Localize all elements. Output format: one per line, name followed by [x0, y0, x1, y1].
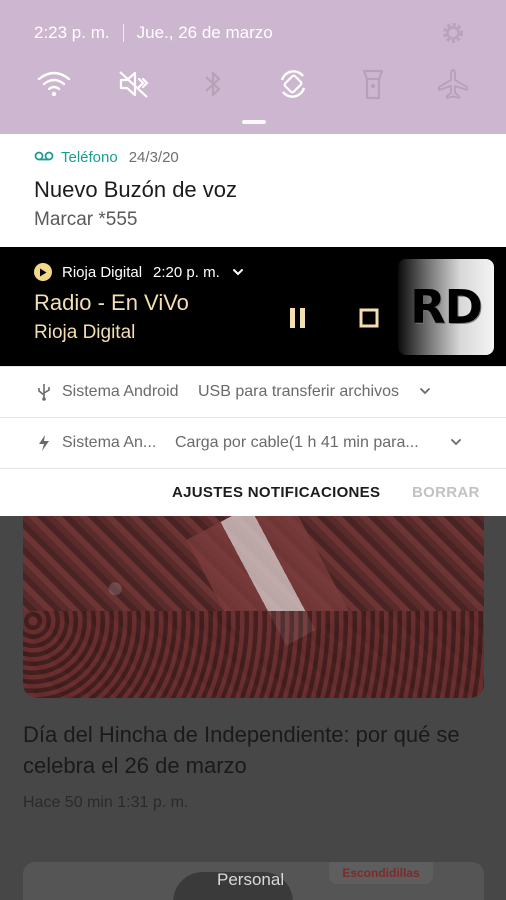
chevron-down-icon[interactable]: [449, 435, 463, 449]
charging-app-name: Sistema An...: [62, 434, 157, 451]
status-time: 2:23 p. m.: [34, 23, 110, 42]
media-time: 2:20 p. m.: [153, 263, 220, 281]
media-artist: Rioja Digital: [34, 322, 136, 343]
play-icon: [34, 263, 52, 281]
album-art: RD: [398, 259, 494, 355]
sound-mute-icon[interactable]: [114, 62, 154, 106]
background-app: Día del Hincha de Independiente: por qué…: [0, 516, 506, 900]
usb-app-name: Sistema Android: [62, 383, 179, 400]
clear-all-button[interactable]: BORRAR: [412, 484, 480, 501]
album-art-logo: RD: [410, 280, 483, 334]
quick-toggles: [0, 62, 506, 106]
charging-text: Carga por cable(1 h 41 min para...: [175, 434, 419, 451]
status-row: 2:23 p. m. Jue., 26 de marzo: [34, 22, 273, 44]
article-tag: Escondidillas: [329, 862, 433, 884]
toast-message: Personal: [217, 870, 285, 889]
media-notification[interactable]: Rioja Digital 2:20 p. m. Radio - En ViVo…: [0, 247, 506, 366]
article-headline: Día del Hincha de Independiente: por qué…: [23, 722, 460, 778]
voicemail-title: Nuevo Buzón de voz: [34, 177, 238, 202]
notification-settings-button[interactable]: AJUSTES NOTIFICACIONES: [172, 484, 380, 501]
voicemail-date: 24/3/20: [128, 149, 179, 166]
notification-list: Teléfono 24/3/20 Nuevo Buzón de voz Marc…: [0, 134, 506, 516]
settings-gear-icon[interactable]: [440, 20, 466, 46]
voicemail-notification[interactable]: Teléfono 24/3/20 Nuevo Buzón de voz Marc…: [0, 134, 506, 247]
usb-text: USB para transferir archivos: [198, 383, 399, 400]
quick-settings-panel: 2:23 p. m. Jue., 26 de marzo: [0, 0, 506, 134]
lightning-bolt-icon: [36, 434, 52, 452]
media-title: Radio - En ViVo: [34, 290, 189, 315]
charging-notification[interactable]: Sistema An... Carga por cable(1 h 41 min…: [0, 417, 506, 468]
voicemail-icon: [34, 149, 54, 166]
flashlight-icon[interactable]: [353, 62, 393, 106]
pause-button[interactable]: [283, 303, 313, 333]
bluetooth-icon[interactable]: [193, 62, 233, 106]
media-app-name: Rioja Digital: [62, 263, 143, 281]
media-header: Rioja Digital 2:20 p. m.: [34, 263, 245, 281]
usb-notification[interactable]: Sistema Android USB para transferir arch…: [0, 366, 506, 417]
voicemail-app-name: Teléfono: [61, 149, 118, 166]
voicemail-header: Teléfono 24/3/20: [34, 149, 179, 166]
notification-shade: 2:23 p. m. Jue., 26 de marzo Teléfono 24…: [0, 0, 506, 900]
auto-rotate-icon[interactable]: [273, 62, 313, 106]
wifi-icon[interactable]: [34, 62, 74, 106]
chevron-down-icon[interactable]: [231, 265, 245, 279]
usb-icon: [36, 383, 52, 401]
drag-handle[interactable]: [242, 120, 266, 124]
status-divider: [122, 24, 124, 42]
status-date[interactable]: Jue., 26 de marzo: [137, 23, 273, 43]
article-photo: [23, 516, 484, 698]
stop-button[interactable]: [354, 303, 384, 333]
crowd-image: [23, 611, 484, 698]
airplane-mode-icon[interactable]: [433, 62, 473, 106]
notification-actions: AJUSTES NOTIFICACIONES BORRAR: [0, 468, 506, 516]
voicemail-text: Marcar *555: [34, 209, 138, 230]
chevron-down-icon[interactable]: [418, 384, 432, 398]
article-timestamp: Hace 50 min 1:31 p. m.: [23, 794, 189, 811]
